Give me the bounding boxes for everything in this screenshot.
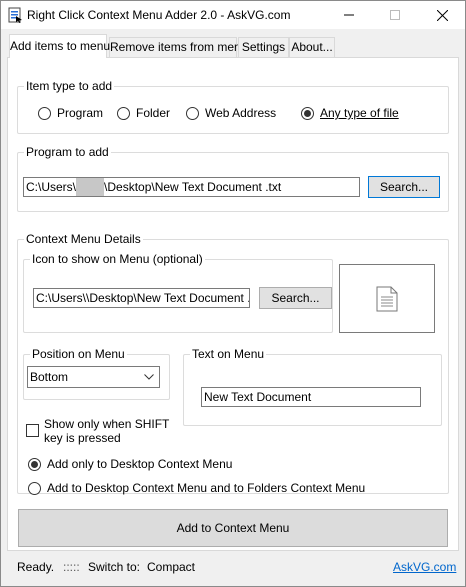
close-button[interactable]: [419, 1, 465, 29]
radio-program[interactable]: Program: [38, 106, 103, 120]
radio-program-label: Program: [57, 106, 104, 120]
tab-add-items[interactable]: Add items to menu: [9, 34, 110, 58]
shift-label-line1: Show only when SHIFT: [44, 417, 170, 431]
radio-desktop-and-folders-label: Add to Desktop Context Menu and to Folde…: [47, 481, 366, 495]
shift-checkbox[interactable]: [26, 424, 39, 437]
menu-text-field[interactable]: New Text Document: [201, 387, 421, 407]
shift-label-line2: key is pressed: [44, 431, 121, 445]
position-label: Position on Menu: [30, 347, 127, 361]
context-menu-details-group: Context Menu Details Icon to show on Men…: [17, 232, 449, 494]
program-path-field[interactable]: C:\Users\ \Desktop\New Text Document .txt: [23, 177, 360, 197]
tab-about[interactable]: About...: [289, 37, 335, 57]
app-window: Right Click Context Menu Adder 2.0 - Ask…: [0, 0, 466, 587]
title-bar: Right Click Context Menu Adder 2.0 - Ask…: [1, 1, 465, 29]
radio-circle-checked[interactable]: [301, 106, 314, 120]
redacted-username: [76, 178, 105, 196]
radio-web-address-label: Web Address: [205, 106, 277, 120]
maximize-button[interactable]: [372, 1, 418, 29]
radio-circle-checked[interactable]: [28, 457, 41, 471]
radio-web-address[interactable]: Web Address: [186, 106, 276, 120]
window-title: Right Click Context Menu Adder 2.0 - Ask…: [27, 8, 291, 22]
app-icon: [7, 7, 23, 23]
radio-circle[interactable]: [117, 106, 130, 120]
item-type-group: Item type to add Program Folder Web Addr…: [17, 79, 449, 134]
radio-desktop-and-folders[interactable]: Add to Desktop Context Menu and to Folde…: [28, 481, 365, 495]
grip-icon: :::::: [63, 560, 80, 574]
radio-circle[interactable]: [28, 481, 41, 495]
switch-compact-toggle[interactable]: Compact: [147, 560, 195, 574]
status-text: Ready.: [17, 560, 55, 574]
minimize-icon: [344, 14, 354, 16]
text-on-menu-label: Text on Menu: [190, 347, 267, 361]
position-group: Position on Menu Bottom: [23, 347, 170, 400]
switch-label: Switch to:: [88, 560, 141, 574]
program-search-button[interactable]: Search...: [368, 176, 440, 198]
close-icon: [436, 9, 448, 21]
radio-desktop-only-label: Add only to Desktop Context Menu: [47, 457, 233, 471]
icon-path-prefix: C:\Users\: [36, 291, 87, 305]
minimize-button[interactable]: [326, 1, 372, 29]
tab-remove-items[interactable]: Remove items from menu: [109, 37, 247, 57]
radio-any-file[interactable]: Any type of file: [301, 106, 399, 120]
context-menu-details-label: Context Menu Details: [24, 232, 143, 246]
tab-settings[interactable]: Settings: [238, 37, 289, 57]
tab-panel-add-items: Item type to add Program Folder Web Addr…: [7, 57, 459, 551]
add-to-context-menu-button[interactable]: Add to Context Menu: [18, 509, 448, 547]
radio-folder-label: Folder: [136, 106, 171, 120]
icon-preview: [339, 264, 435, 333]
path-prefix: C:\Users\: [26, 180, 77, 194]
position-value: Bottom: [30, 370, 69, 384]
icon-path-suffix: \Desktop\New Text Document .txt: [86, 291, 250, 305]
item-type-label: Item type to add: [24, 79, 115, 93]
document-icon: [376, 286, 398, 311]
icon-group-label: Icon to show on Menu (optional): [30, 252, 205, 266]
radio-circle[interactable]: [38, 106, 51, 120]
path-suffix: \Desktop\New Text Document .txt: [104, 180, 282, 194]
icon-search-button[interactable]: Search...: [259, 287, 332, 309]
icon-group: Icon to show on Menu (optional) C:\Users…: [23, 252, 333, 333]
icon-path-field[interactable]: C:\Users\ \Desktop\New Text Document .txt: [33, 288, 250, 308]
program-group: Program to add C:\Users\ \Desktop\New Tex…: [17, 145, 449, 212]
position-dropdown[interactable]: Bottom: [27, 366, 160, 388]
radio-any-file-label: Any type of file: [320, 106, 399, 120]
text-on-menu-group: Text on Menu New Text Document: [183, 347, 442, 426]
askvg-link[interactable]: AskVG.com: [393, 560, 456, 574]
maximize-icon: [390, 10, 400, 20]
program-label: Program to add: [24, 145, 111, 159]
radio-circle[interactable]: [186, 106, 199, 120]
radio-desktop-only[interactable]: Add only to Desktop Context Menu: [28, 457, 232, 471]
chevron-down-icon: [144, 374, 154, 380]
radio-folder[interactable]: Folder: [117, 106, 170, 120]
shift-checkbox-label: Show only when SHIFT key is pressed: [44, 417, 169, 445]
